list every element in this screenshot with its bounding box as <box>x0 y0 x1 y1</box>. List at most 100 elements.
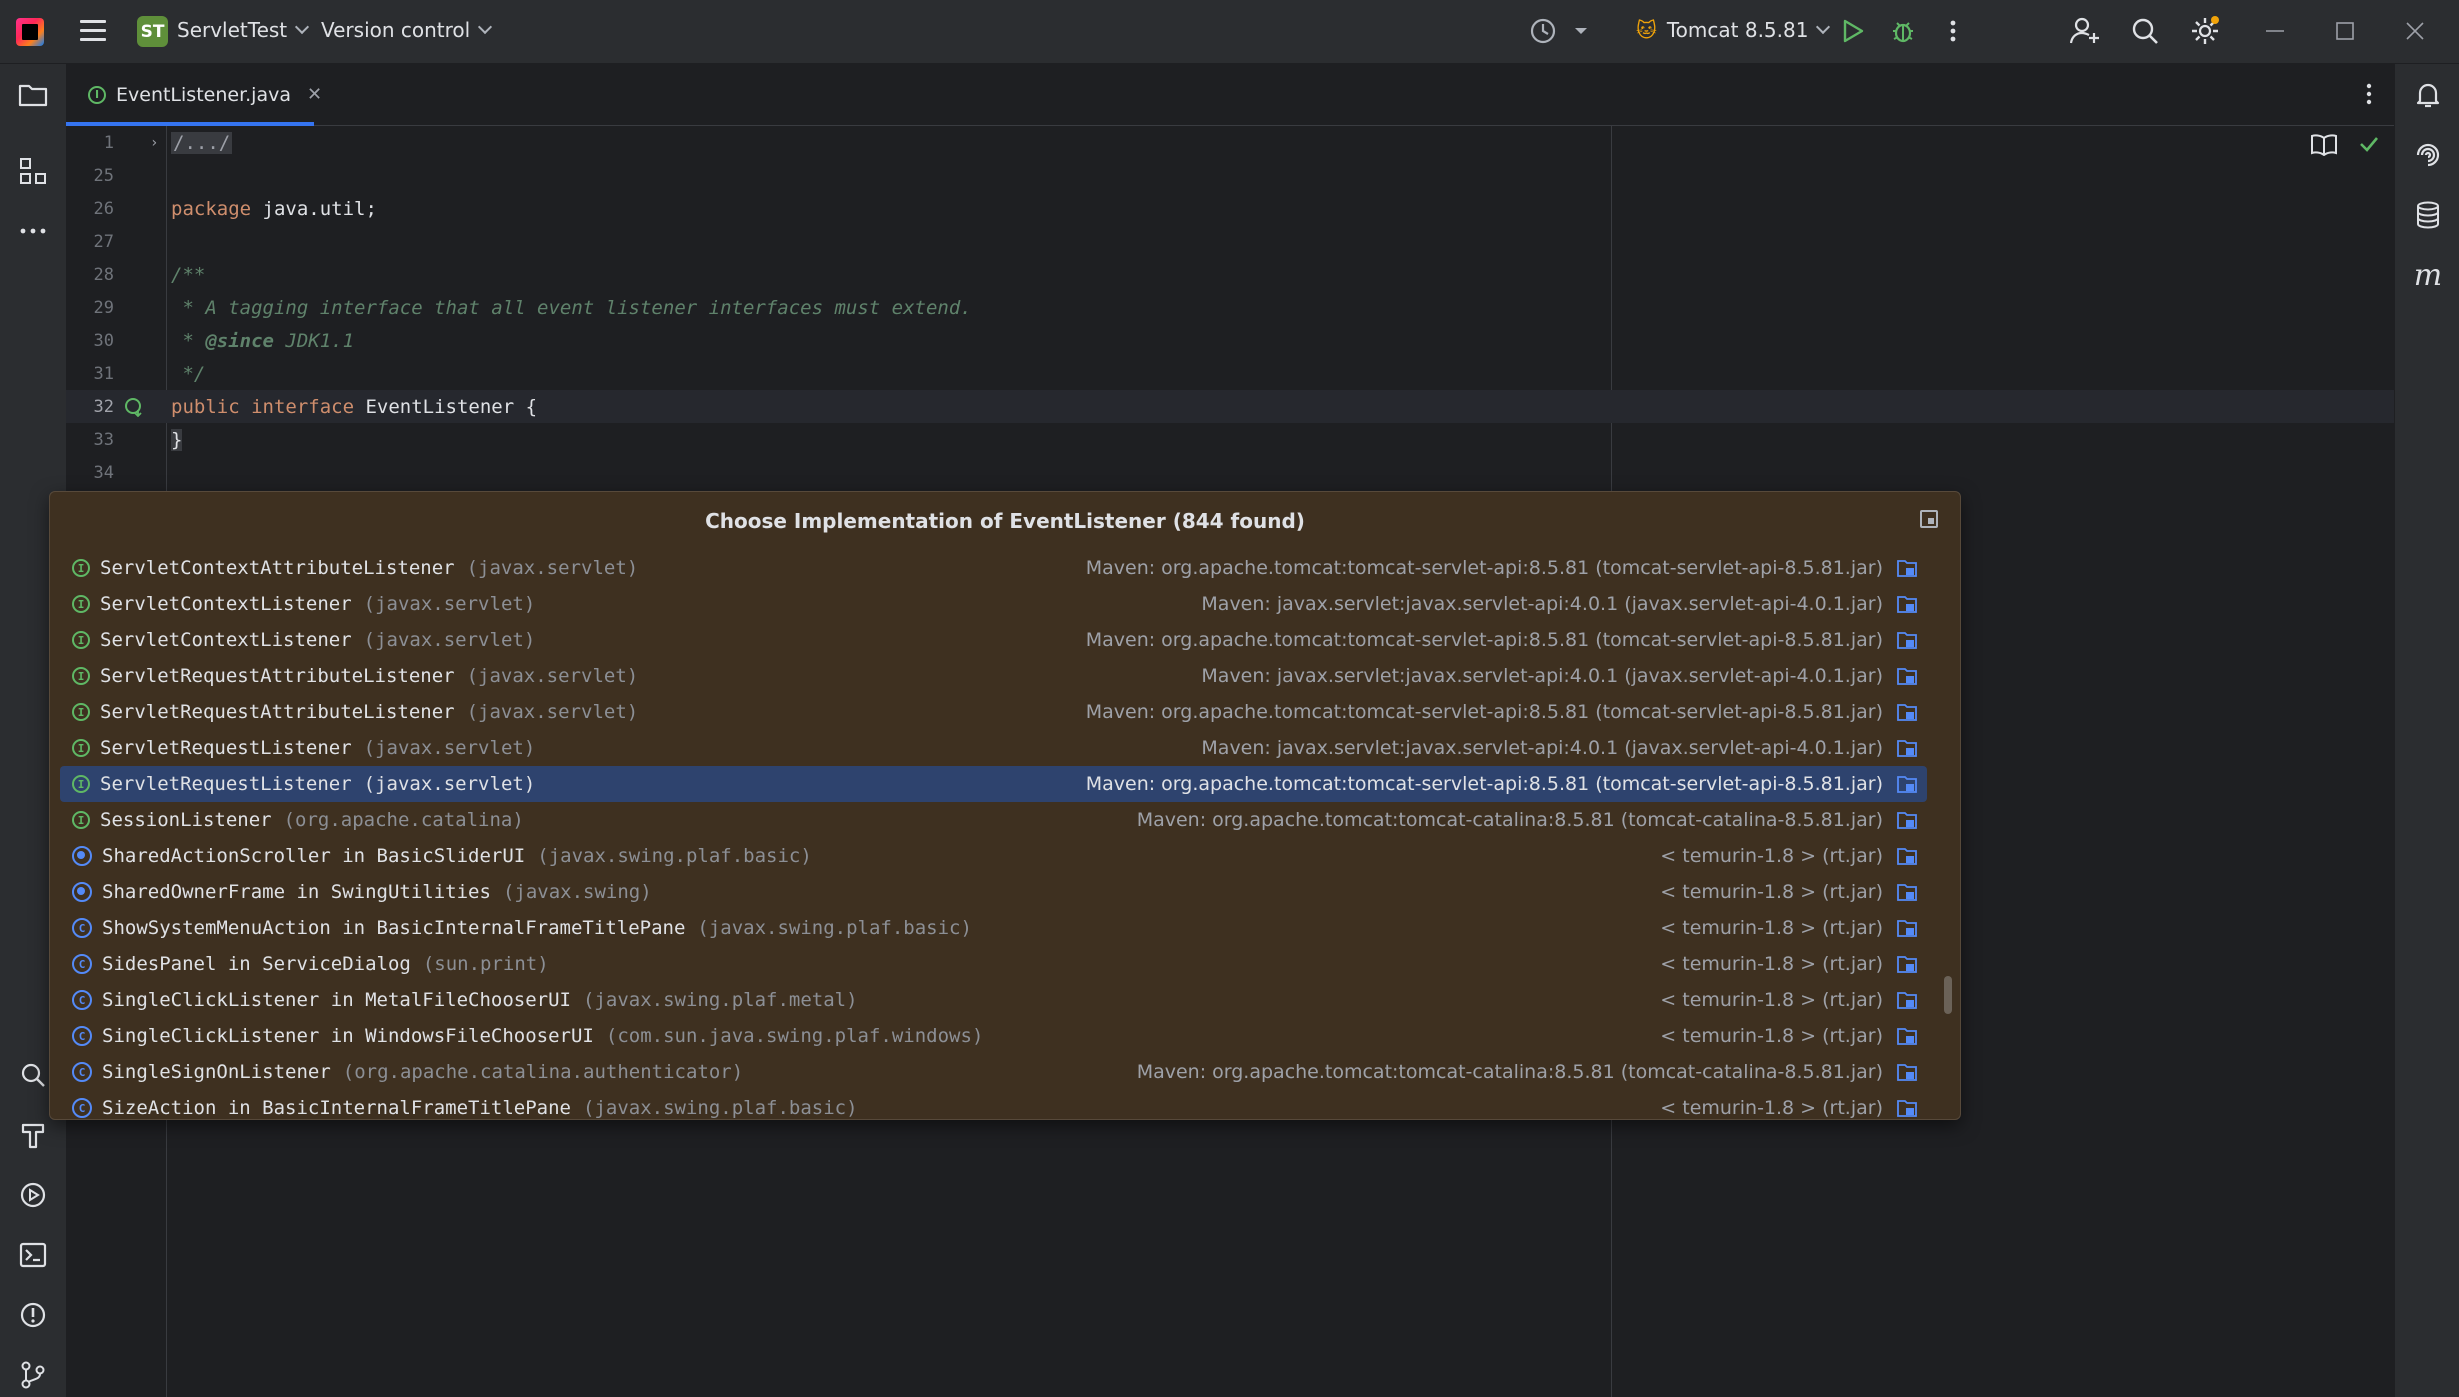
code-line-current: 32 public interface EventListener { <box>66 390 2394 423</box>
project-folder-icon[interactable] <box>16 78 50 112</box>
interface-icon: I <box>72 739 90 757</box>
implementation-row[interactable]: I ServletRequestAttributeListener (javax.s… <box>60 658 1927 694</box>
close-window-icon[interactable] <box>2400 16 2430 46</box>
line-number: 28 <box>93 264 114 285</box>
choose-implementation-popup: Choose Implementation of EventListener (… <box>49 491 1961 1120</box>
build-hammer-icon[interactable] <box>16 1118 50 1152</box>
terminal-icon[interactable] <box>16 1238 50 1272</box>
library-location: Maven: org.apache.tomcat:tomcat-servlet-… <box>1085 773 1883 795</box>
more-actions-icon[interactable] <box>1938 16 1968 46</box>
run-config-selector[interactable]: 🐱 Tomcat 8.5.81 <box>1636 18 1831 42</box>
implementation-row[interactable]: I ServletContextAttributeListener (javax.s… <box>60 550 1927 586</box>
tab-options-icon[interactable] <box>2366 82 2372 110</box>
implementation-entry: I ServletRequestAttributeListener (javax.s… <box>60 701 638 723</box>
code-line: 27 <box>66 225 2394 258</box>
implementation-row[interactable]: C SidesPanel in ServiceDialog (sun.print) <… <box>60 946 1927 982</box>
class-name: SingleClickListener in WindowsFileChoose… <box>102 1025 594 1047</box>
class-name: ServletContextAttributeListener <box>100 557 455 579</box>
folded-header[interactable]: /.../ <box>171 131 233 154</box>
open-in-find-window-icon[interactable] <box>1920 510 1938 528</box>
implementation-entry: I ServletContextListener (javax.servlet) <box>60 593 535 615</box>
implementation-row[interactable]: C SingleClickListener in WindowsFileChoos… <box>60 1018 1927 1054</box>
implementation-entry: C ShowSystemMenuAction in BasicInternalFr… <box>60 917 972 939</box>
debug-icon[interactable] <box>1888 16 1918 46</box>
implementation-row[interactable]: I ServletContextListener (javax.servlet) Ma… <box>60 622 1927 658</box>
git-branch-icon[interactable] <box>16 1358 50 1392</box>
vcs-selector[interactable]: Version control <box>321 18 493 42</box>
implementation-row[interactable]: I ServletContextListener (javax.servlet) Ma… <box>60 586 1927 622</box>
class-icon: C <box>72 1098 92 1118</box>
close-tab-icon[interactable]: ✕ <box>307 84 322 105</box>
implementation-row[interactable]: C SizeAction in BasicInternalFrameTitlePa… <box>60 1090 1927 1119</box>
code-line: 1 › /.../ <box>66 126 2394 159</box>
services-icon[interactable] <box>16 1178 50 1212</box>
class-name: SessionListener <box>100 809 272 831</box>
settings-gear-icon[interactable] <box>2190 16 2220 46</box>
project-badge[interactable]: ST <box>137 16 168 47</box>
chevron-down-icon <box>478 19 493 35</box>
run-icon[interactable] <box>1838 16 1868 46</box>
code-text: } <box>171 428 183 451</box>
package-name: (org.apache.catalina) <box>283 809 524 831</box>
class-name: ServletRequestListener <box>100 773 352 795</box>
database-icon[interactable] <box>2411 198 2445 232</box>
interface-icon: I <box>72 595 90 613</box>
code-text: java.util; <box>251 197 377 220</box>
package-name: (org.apache.catalina.authenticator) <box>342 1061 744 1083</box>
implemented-gutter-icon[interactable] <box>124 397 144 422</box>
package-name: (javax.swing.plaf.basic) <box>697 917 972 939</box>
implementation-row[interactable]: I ServletRequestListener (javax.servlet) Ma… <box>60 730 1927 766</box>
implementation-row[interactable]: C SingleSignOnListener (org.apache.catalin… <box>60 1054 1927 1090</box>
implementation-row[interactable]: C SingleClickListener in MetalFileChooser… <box>60 982 1927 1018</box>
main-menu-icon[interactable] <box>80 20 106 42</box>
fold-arrow-icon[interactable]: › <box>150 135 158 151</box>
implementation-row[interactable]: SharedActionScroller in BasicSliderUI (ja… <box>60 838 1927 874</box>
package-name: (javax.swing.plaf.basic) <box>583 1097 858 1119</box>
maximize-window-icon[interactable] <box>2330 16 2360 46</box>
library-jar-icon <box>1897 992 1917 1009</box>
class-name: ShowSystemMenuAction in BasicInternalFra… <box>102 917 686 939</box>
interface-icon: I <box>72 559 90 577</box>
ai-assistant-icon[interactable] <box>2411 138 2445 172</box>
implementation-entry: C SizeAction in BasicInternalFrameTitlePa… <box>60 1097 858 1119</box>
implementation-row[interactable]: I SessionListener (org.apache.catalina) Mav… <box>60 802 1927 838</box>
implementation-entry: SharedOwnerFrame in SwingUtilities (javax… <box>60 881 652 903</box>
tab-eventlistener[interactable]: I EventListener.java ✕ <box>66 64 322 126</box>
search-icon[interactable] <box>2130 16 2160 46</box>
line-number: 34 <box>93 462 114 483</box>
library-jar-icon <box>1897 560 1917 577</box>
package-name: (javax.swing.plaf.metal) <box>583 989 858 1011</box>
implementation-row[interactable]: I ServletRequestAttributeListener (javax.s… <box>60 694 1927 730</box>
problems-icon[interactable] <box>16 1298 50 1332</box>
chevron-down-icon <box>1816 19 1831 35</box>
project-selector[interactable]: ServletTest <box>177 18 310 42</box>
library-jar-icon <box>1897 920 1917 937</box>
code-line: 30 * @since JDK1.1 <box>66 324 2394 357</box>
interface-icon: I <box>72 703 90 721</box>
keyword: package <box>171 197 252 220</box>
implementation-entry: SharedActionScroller in BasicSliderUI (ja… <box>60 845 812 867</box>
find-icon[interactable] <box>16 1058 50 1092</box>
interface-icon: I <box>72 811 90 829</box>
implementation-row[interactable]: I ServletRequestListener (javax.servlet) Ma… <box>60 766 1927 802</box>
scrollbar-thumb[interactable] <box>1944 976 1952 1014</box>
implementation-entry: C SidesPanel in ServiceDialog (sun.print) <box>60 953 549 975</box>
class-name: ServletContextListener <box>100 593 352 615</box>
inner-class-icon <box>72 882 92 902</box>
class-name: SizeAction in BasicInternalFrameTitlePan… <box>102 1097 571 1119</box>
class-name: SidesPanel in ServiceDialog <box>102 953 411 975</box>
notifications-bell-icon[interactable] <box>2411 78 2445 112</box>
chevron-down-icon[interactable] <box>1566 16 1596 46</box>
profiler-icon[interactable] <box>1528 16 1558 46</box>
class-icon: C <box>72 1026 92 1046</box>
implementation-row[interactable]: SharedOwnerFrame in SwingUtilities (javax… <box>60 874 1927 910</box>
implementation-row[interactable]: C ShowSystemMenuAction in BasicInternalFr… <box>60 910 1927 946</box>
more-tools-icon[interactable] <box>16 214 50 248</box>
library-location: Maven: org.apache.tomcat:tomcat-servlet-… <box>1085 701 1883 723</box>
code-line: 28 /** <box>66 258 2394 291</box>
maven-icon[interactable]: m <box>2411 258 2445 293</box>
add-user-icon[interactable] <box>2070 16 2100 46</box>
structure-icon[interactable] <box>16 154 50 188</box>
minimize-window-icon[interactable] <box>2260 16 2290 46</box>
library-location: < temurin-1.8 > (rt.jar) <box>1660 989 1883 1011</box>
